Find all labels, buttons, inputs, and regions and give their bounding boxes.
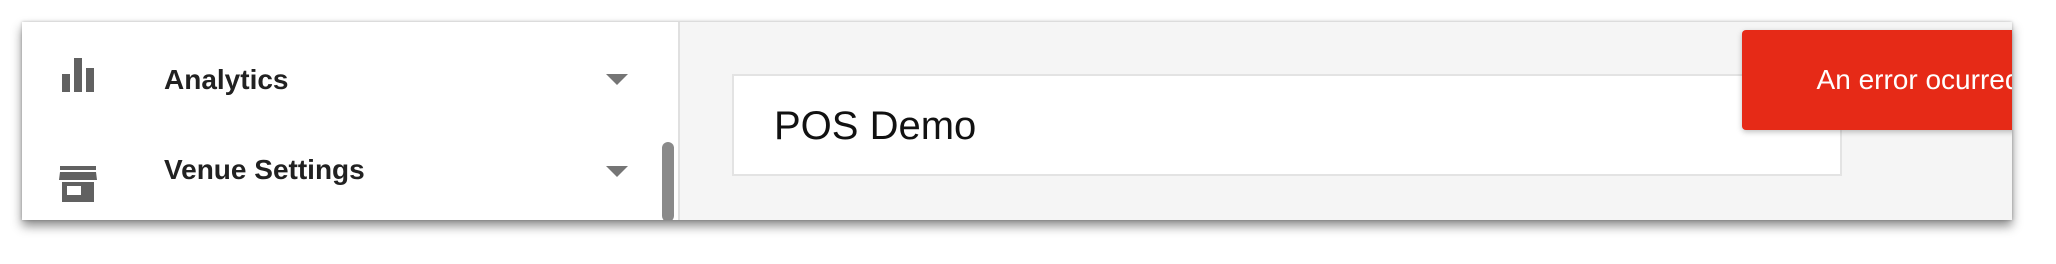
venue-name-input[interactable]: [774, 98, 1674, 154]
sidebar-item-analytics[interactable]: Analytics: [22, 34, 678, 124]
chevron-down-icon[interactable]: [606, 74, 628, 85]
sidebar-item-label: Venue Settings: [164, 154, 365, 185]
sidebar: Analytics Venue Settings: [22, 22, 680, 220]
storefront-icon: [58, 164, 98, 204]
venue-name-field[interactable]: [732, 74, 1842, 176]
main-content: An error ocurred updating the menu, plea…: [680, 22, 2012, 220]
sidebar-scrollbar[interactable]: [662, 142, 674, 220]
error-toast: An error ocurred updating the menu, plea…: [1742, 30, 2012, 130]
chevron-down-icon[interactable]: [606, 166, 628, 177]
app-window: Analytics Venue Settings An error ocurre…: [22, 22, 2012, 220]
sidebar-item-venue-settings[interactable]: Venue Settings: [22, 142, 678, 220]
bar-chart-icon: [58, 54, 98, 94]
sidebar-item-label: Analytics: [164, 64, 289, 95]
